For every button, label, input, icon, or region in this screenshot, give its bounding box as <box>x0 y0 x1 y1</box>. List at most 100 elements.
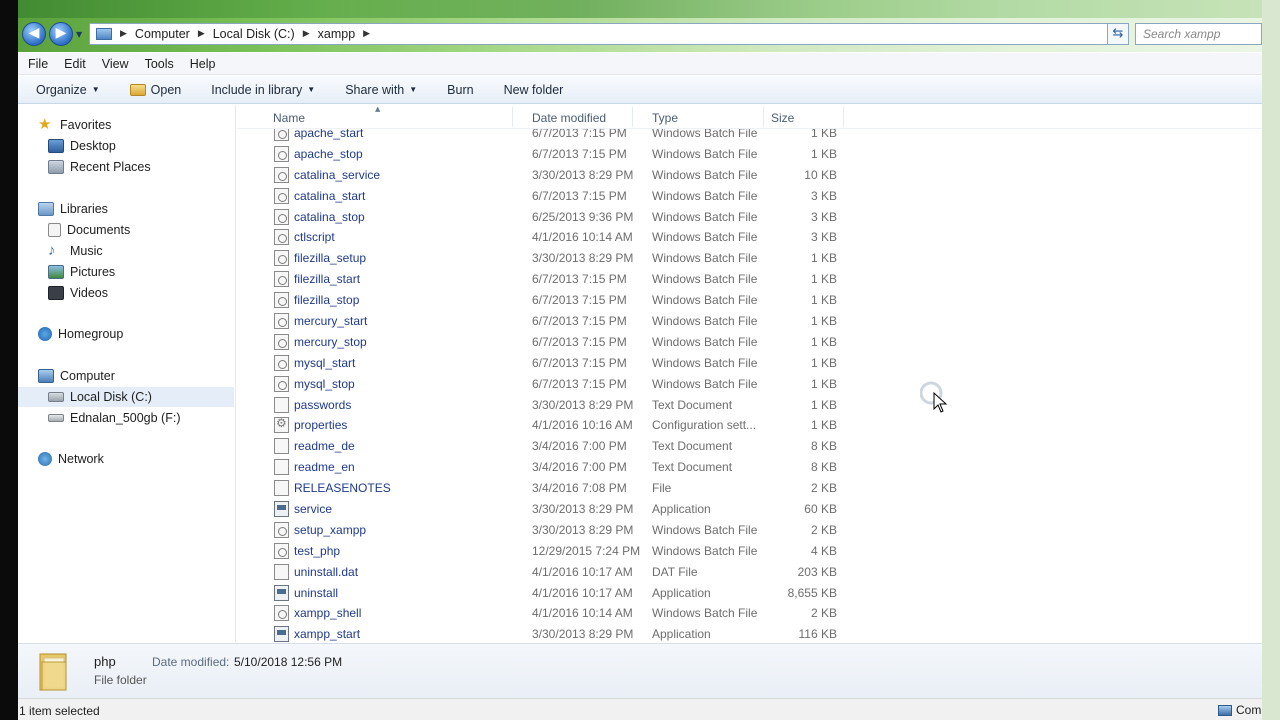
column-divider[interactable] <box>632 107 633 127</box>
command-bar: Organize ▼ Open Include in library ▼ Sha… <box>18 76 1262 104</box>
table-row[interactable]: readme_en 3/4/2016 7:00 PM Text Document 8 … <box>237 457 1262 478</box>
nav-ednalan-drive[interactable]: Ednalan_500gb (F:) <box>48 408 181 428</box>
table-row[interactable]: properties 4/1/2016 10:16 AM Configuration… <box>237 415 1262 436</box>
table-row[interactable]: uninstall.dat 4/1/2016 10:17 AM DAT File 20… <box>237 562 1262 583</box>
table-row[interactable]: xampp_shell 4/1/2016 10:14 AM Windows Batc… <box>237 603 1262 624</box>
document-icon <box>274 459 289 476</box>
column-size[interactable]: Size <box>771 111 794 125</box>
breadcrumb-separator-icon[interactable]: ▶ <box>303 29 310 39</box>
refresh-button[interactable]: ⇆ <box>1107 23 1129 45</box>
nav-recent-places[interactable]: Recent Places <box>48 157 151 177</box>
nav-documents[interactable]: Documents <box>48 220 130 240</box>
file-size: 3 KB <box>810 209 837 224</box>
table-row[interactable]: catalina_stop 6/25/2013 9:36 PM Windows Ba… <box>237 207 1262 228</box>
nav-computer[interactable]: Computer <box>38 366 115 386</box>
breadcrumb-separator-icon[interactable]: ▶ <box>363 29 370 39</box>
file-date-modified: 3/30/2013 8:29 PM <box>532 522 634 537</box>
file-name: uninstall <box>294 585 339 600</box>
nav-desktop[interactable]: Desktop <box>48 136 116 156</box>
table-row[interactable]: mysql_stop 6/7/2013 7:15 PM Windows Batch … <box>237 374 1262 395</box>
table-row[interactable]: filezilla_stop 6/7/2013 7:15 PM Windows Ba… <box>237 290 1262 311</box>
nav-videos[interactable]: Videos <box>48 283 108 303</box>
recent-pages-dropdown-icon[interactable]: ▼ <box>76 30 82 39</box>
homegroup-icon <box>38 327 52 341</box>
table-row[interactable]: passwords 3/30/2013 8:29 PM Text Document 1… <box>237 395 1262 416</box>
file-size: 1 KB <box>810 355 837 370</box>
file-size: 2 KB <box>810 606 837 621</box>
column-name[interactable]: Name <box>273 111 305 125</box>
file-size: 8,655 KB <box>787 585 837 600</box>
forward-button[interactable]: ▶ <box>49 22 73 46</box>
organize-button[interactable]: Organize ▼ <box>36 83 100 97</box>
menu-help[interactable]: Help <box>190 57 216 71</box>
file-name: readme_de <box>294 439 355 454</box>
nav-libraries[interactable]: Libraries <box>38 199 108 219</box>
file-type: Windows Batch File <box>652 543 758 558</box>
table-row[interactable]: test_php 12/29/2015 7:24 PM Windows Batch … <box>237 541 1262 562</box>
column-divider[interactable] <box>763 107 764 127</box>
breadcrumb-xampp[interactable]: xampp <box>318 27 356 41</box>
open-button[interactable]: Open <box>129 82 182 97</box>
file-date-modified: 3/4/2016 7:00 PM <box>532 460 627 475</box>
burn-button[interactable]: Burn <box>447 83 473 97</box>
include-in-library-button[interactable]: Include in library ▼ <box>211 83 315 97</box>
table-row[interactable]: filezilla_setup 3/30/2013 8:29 PM Windows … <box>237 248 1262 269</box>
menu-tools[interactable]: Tools <box>145 57 174 71</box>
title-stripe <box>18 0 1262 18</box>
table-row[interactable]: mysql_start 6/7/2013 7:15 PM Windows Batch… <box>237 353 1262 374</box>
nav-favorites[interactable]: ★ Favorites <box>38 115 111 135</box>
nav-homegroup[interactable]: Homegroup <box>38 324 123 344</box>
table-row[interactable]: uninstall 4/1/2016 10:17 AM Application 8,6… <box>237 583 1262 604</box>
table-row[interactable]: catalina_service 3/30/2013 8:29 PM Windows… <box>237 165 1262 186</box>
file-size: 60 KB <box>804 502 837 517</box>
file-size: 203 KB <box>797 564 837 579</box>
nav-computer-label: Computer <box>60 369 115 383</box>
table-row[interactable]: mercury_stop 6/7/2013 7:15 PM Windows Batc… <box>237 332 1262 353</box>
column-type[interactable]: Type <box>652 111 678 125</box>
table-row[interactable]: setup_xampp 3/30/2013 8:29 PM Windows Batc… <box>237 520 1262 541</box>
file-name: apache_stop <box>294 146 363 161</box>
nav-music[interactable]: ♪ Music <box>48 241 103 261</box>
status-computer-label: Com <box>1236 703 1262 717</box>
menu-view[interactable]: View <box>102 57 129 71</box>
file-name: mysql_start <box>294 355 356 370</box>
menu-edit[interactable]: Edit <box>64 57 86 71</box>
status-selection-text: 1 item selected <box>19 704 100 718</box>
address-bar[interactable]: ▶ Computer ▶ Local Disk (C:) ▶ xampp ▶ ▼ <box>89 23 1127 45</box>
breadcrumb-separator-icon[interactable]: ▶ <box>198 29 205 39</box>
open-label: Open <box>150 82 182 97</box>
breadcrumb-computer[interactable]: Computer <box>135 27 190 41</box>
file-name: mercury_stop <box>294 334 367 349</box>
back-button[interactable]: ◀ <box>22 22 46 46</box>
nav-network[interactable]: Network <box>38 449 104 469</box>
column-divider[interactable] <box>512 107 513 127</box>
batch-file-icon <box>274 166 289 183</box>
file-date-modified: 6/25/2013 9:36 PM <box>532 209 634 224</box>
table-row[interactable]: ctlscript 4/1/2016 10:14 AM Windows Batch … <box>237 227 1262 248</box>
file-name: xampp_shell <box>294 606 362 621</box>
nav-pictures[interactable]: Pictures <box>48 262 115 282</box>
file-type: Application <box>652 585 711 600</box>
table-row[interactable]: xampp_start 3/30/2013 8:29 PM Application 1… <box>237 624 1262 642</box>
nav-libraries-label: Libraries <box>60 202 108 216</box>
table-row[interactable]: mercury_start 6/7/2013 7:15 PM Windows Bat… <box>237 311 1262 332</box>
chevron-down-icon: ▼ <box>307 85 316 94</box>
table-row[interactable]: readme_de 3/4/2016 7:00 PM Text Document 8 … <box>237 436 1262 457</box>
file-type: File <box>652 481 672 496</box>
breadcrumb-local-disk[interactable]: Local Disk (C:) <box>213 27 295 41</box>
column-divider[interactable] <box>843 107 844 127</box>
nav-local-disk[interactable]: Local Disk (C:) <box>18 387 234 407</box>
file-size: 116 KB <box>798 627 837 642</box>
new-folder-button[interactable]: New folder <box>504 83 564 97</box>
search-input[interactable]: Search xampp <box>1135 23 1262 45</box>
table-row[interactable]: apache_stop 6/7/2013 7:15 PM Windows Batch… <box>237 144 1262 165</box>
table-row[interactable]: service 3/30/2013 8:29 PM Application 60 KB <box>237 499 1262 520</box>
share-with-button[interactable]: Share with ▼ <box>345 83 417 97</box>
table-row[interactable]: filezilla_start 6/7/2013 7:15 PM Windows B… <box>237 269 1262 290</box>
table-row[interactable]: catalina_start 6/7/2013 7:15 PM Windows Ba… <box>237 186 1262 207</box>
nav-local-disk-label: Local Disk (C:) <box>70 390 152 404</box>
breadcrumb-separator-icon[interactable]: ▶ <box>120 29 127 39</box>
menu-file[interactable]: File <box>28 57 48 71</box>
column-date-modified[interactable]: Date modified <box>532 111 606 125</box>
table-row[interactable]: RELEASENOTES 3/4/2016 7:08 PM File 2 KB <box>237 478 1262 499</box>
